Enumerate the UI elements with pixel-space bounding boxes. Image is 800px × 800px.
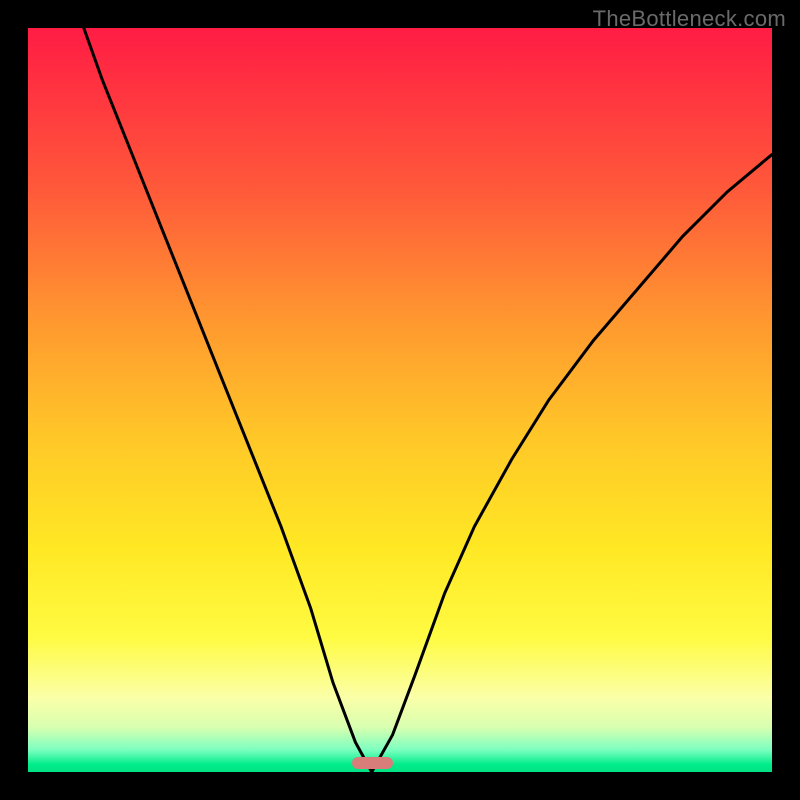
plot-area bbox=[28, 28, 772, 772]
chart-frame: TheBottleneck.com bbox=[0, 0, 800, 800]
bottleneck-curve-path bbox=[84, 28, 772, 772]
minimum-marker bbox=[352, 757, 393, 769]
watermark-text: TheBottleneck.com bbox=[593, 6, 786, 32]
curve-svg bbox=[28, 28, 772, 772]
